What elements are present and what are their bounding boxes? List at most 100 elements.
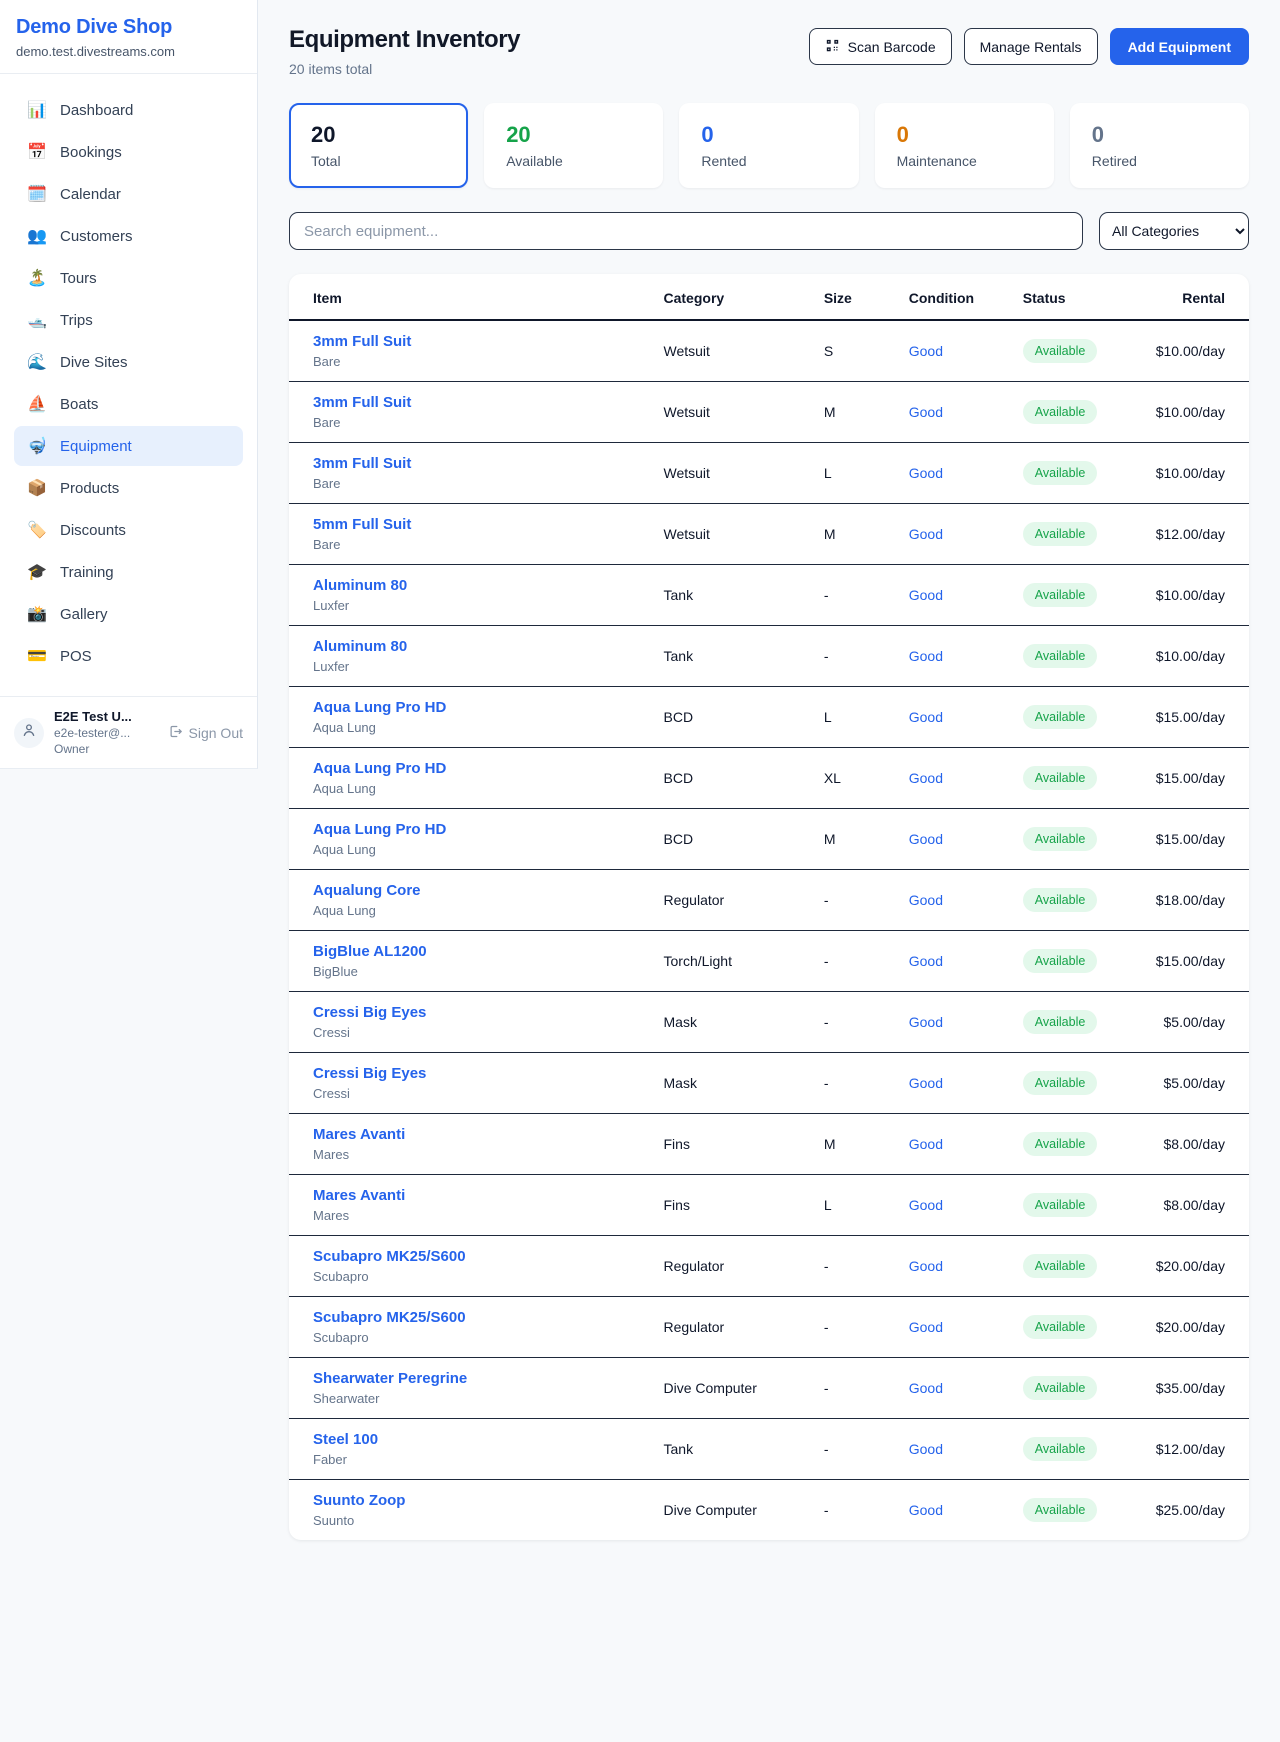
table-row[interactable]: Aluminum 80 Luxfer Tank - Good Available… <box>289 565 1249 626</box>
table-row[interactable]: Mares Avanti Mares Fins L Good Available… <box>289 1175 1249 1236</box>
condition-link[interactable]: Good <box>909 770 943 786</box>
sidebar-item[interactable]: 🏷️ Discounts <box>14 510 243 550</box>
condition-cell: Good <box>899 992 1013 1053</box>
sidebar-item[interactable]: 🌊 Dive Sites <box>14 342 243 382</box>
scan-barcode-button[interactable]: Scan Barcode <box>809 28 952 65</box>
sidebar-item[interactable]: ⛵ Boats <box>14 384 243 424</box>
condition-link[interactable]: Good <box>909 1014 943 1030</box>
table-row[interactable]: 3mm Full Suit Bare Wetsuit M Good Availa… <box>289 382 1249 443</box>
manage-rentals-button[interactable]: Manage Rentals <box>964 28 1098 65</box>
condition-link[interactable]: Good <box>909 892 943 908</box>
condition-link[interactable]: Good <box>909 1075 943 1091</box>
status-cell: Available <box>1013 504 1146 565</box>
item-name-link[interactable]: BigBlue AL1200 <box>313 943 644 960</box>
table-row[interactable]: Cressi Big Eyes Cressi Mask - Good Avail… <box>289 1053 1249 1114</box>
stat-card[interactable]: 0 Maintenance <box>875 103 1054 188</box>
table-header-row: Item Category Size Condition Status Rent… <box>289 274 1249 320</box>
item-cell: 3mm Full Suit Bare <box>289 320 654 382</box>
condition-link[interactable]: Good <box>909 953 943 969</box>
sidebar-item[interactable]: 📦 Products <box>14 468 243 508</box>
condition-link[interactable]: Good <box>909 465 943 481</box>
table-row[interactable]: Suunto Zoop Suunto Dive Computer - Good … <box>289 1480 1249 1541</box>
item-name-link[interactable]: Cressi Big Eyes <box>313 1065 644 1082</box>
item-name-link[interactable]: 3mm Full Suit <box>313 394 644 411</box>
item-name-link[interactable]: 3mm Full Suit <box>313 333 644 350</box>
table-row[interactable]: Aqualung Core Aqua Lung Regulator - Good… <box>289 870 1249 931</box>
table-row[interactable]: 3mm Full Suit Bare Wetsuit S Good Availa… <box>289 320 1249 382</box>
item-name-link[interactable]: Scubapro MK25/S600 <box>313 1248 644 1265</box>
status-cell: Available <box>1013 992 1146 1053</box>
item-name-link[interactable]: Aqualung Core <box>313 882 644 899</box>
item-name-link[interactable]: 3mm Full Suit <box>313 455 644 472</box>
item-name-link[interactable]: Aqua Lung Pro HD <box>313 699 644 716</box>
sidebar-item[interactable]: 💳 POS <box>14 636 243 676</box>
condition-link[interactable]: Good <box>909 1258 943 1274</box>
stat-card[interactable]: 0 Rented <box>679 103 858 188</box>
size-cell: M <box>814 809 899 870</box>
stat-card[interactable]: 0 Retired <box>1070 103 1249 188</box>
condition-link[interactable]: Good <box>909 1502 943 1518</box>
sidebar-item-label: POS <box>60 648 92 665</box>
table-row[interactable]: BigBlue AL1200 BigBlue Torch/Light - Goo… <box>289 931 1249 992</box>
item-name-link[interactable]: Mares Avanti <box>313 1126 644 1143</box>
item-name-link[interactable]: Aluminum 80 <box>313 577 644 594</box>
item-name-link[interactable]: Aqua Lung Pro HD <box>313 760 644 777</box>
sidebar-item[interactable]: 📅 Bookings <box>14 132 243 172</box>
search-input[interactable] <box>289 212 1083 250</box>
stat-label: Total <box>311 153 446 169</box>
table-row[interactable]: Aqua Lung Pro HD Aqua Lung BCD M Good Av… <box>289 809 1249 870</box>
sign-out-button[interactable]: Sign Out <box>168 724 243 742</box>
sidebar-item[interactable]: 📊 Dashboard <box>14 90 243 130</box>
condition-link[interactable]: Good <box>909 1441 943 1457</box>
rental-cell: $15.00/day <box>1146 809 1249 870</box>
item-name-link[interactable]: Mares Avanti <box>313 1187 644 1204</box>
condition-link[interactable]: Good <box>909 648 943 664</box>
table-row[interactable]: Scubapro MK25/S600 Scubapro Regulator - … <box>289 1236 1249 1297</box>
column-header-condition: Condition <box>899 274 1013 320</box>
condition-cell: Good <box>899 626 1013 687</box>
stat-card[interactable]: 20 Available <box>484 103 663 188</box>
item-name-link[interactable]: Aluminum 80 <box>313 638 644 655</box>
sidebar-item[interactable]: 🎓 Training <box>14 552 243 592</box>
main-content: Equipment Inventory 20 items total Scan … <box>258 0 1280 1580</box>
table-row[interactable]: Aqua Lung Pro HD Aqua Lung BCD L Good Av… <box>289 687 1249 748</box>
table-row[interactable]: Cressi Big Eyes Cressi Mask - Good Avail… <box>289 992 1249 1053</box>
condition-link[interactable]: Good <box>909 831 943 847</box>
category-select[interactable]: All Categories <box>1099 212 1249 250</box>
sidebar-item[interactable]: 📸 Gallery <box>14 594 243 634</box>
table-row[interactable]: 5mm Full Suit Bare Wetsuit M Good Availa… <box>289 504 1249 565</box>
table-row[interactable]: Mares Avanti Mares Fins M Good Available… <box>289 1114 1249 1175</box>
condition-link[interactable]: Good <box>909 1380 943 1396</box>
status-cell: Available <box>1013 687 1146 748</box>
condition-link[interactable]: Good <box>909 1319 943 1335</box>
table-row[interactable]: Steel 100 Faber Tank - Good Available $1… <box>289 1419 1249 1480</box>
condition-link[interactable]: Good <box>909 343 943 359</box>
item-name-link[interactable]: 5mm Full Suit <box>313 516 644 533</box>
table-row[interactable]: 3mm Full Suit Bare Wetsuit L Good Availa… <box>289 443 1249 504</box>
condition-link[interactable]: Good <box>909 1136 943 1152</box>
item-name-link[interactable]: Suunto Zoop <box>313 1492 644 1509</box>
table-row[interactable]: Scubapro MK25/S600 Scubapro Regulator - … <box>289 1297 1249 1358</box>
item-name-link[interactable]: Aqua Lung Pro HD <box>313 821 644 838</box>
sidebar-item[interactable]: 🤿 Equipment <box>14 426 243 466</box>
item-name-link[interactable]: Shearwater Peregrine <box>313 1370 644 1387</box>
condition-link[interactable]: Good <box>909 526 943 542</box>
condition-link[interactable]: Good <box>909 1197 943 1213</box>
add-equipment-button[interactable]: Add Equipment <box>1110 28 1249 65</box>
condition-link[interactable]: Good <box>909 404 943 420</box>
stat-label: Available <box>506 153 641 169</box>
item-name-link[interactable]: Steel 100 <box>313 1431 644 1448</box>
sidebar-item[interactable]: 🗓️ Calendar <box>14 174 243 214</box>
brand-name[interactable]: Demo Dive Shop <box>16 16 241 39</box>
table-row[interactable]: Shearwater Peregrine Shearwater Dive Com… <box>289 1358 1249 1419</box>
table-row[interactable]: Aluminum 80 Luxfer Tank - Good Available… <box>289 626 1249 687</box>
item-name-link[interactable]: Cressi Big Eyes <box>313 1004 644 1021</box>
item-name-link[interactable]: Scubapro MK25/S600 <box>313 1309 644 1326</box>
stat-card[interactable]: 20 Total <box>289 103 468 188</box>
sidebar-item[interactable]: 👥 Customers <box>14 216 243 256</box>
sidebar-item[interactable]: 🏝️ Tours <box>14 258 243 298</box>
condition-link[interactable]: Good <box>909 709 943 725</box>
sidebar-item[interactable]: 🛥️ Trips <box>14 300 243 340</box>
table-row[interactable]: Aqua Lung Pro HD Aqua Lung BCD XL Good A… <box>289 748 1249 809</box>
condition-link[interactable]: Good <box>909 587 943 603</box>
